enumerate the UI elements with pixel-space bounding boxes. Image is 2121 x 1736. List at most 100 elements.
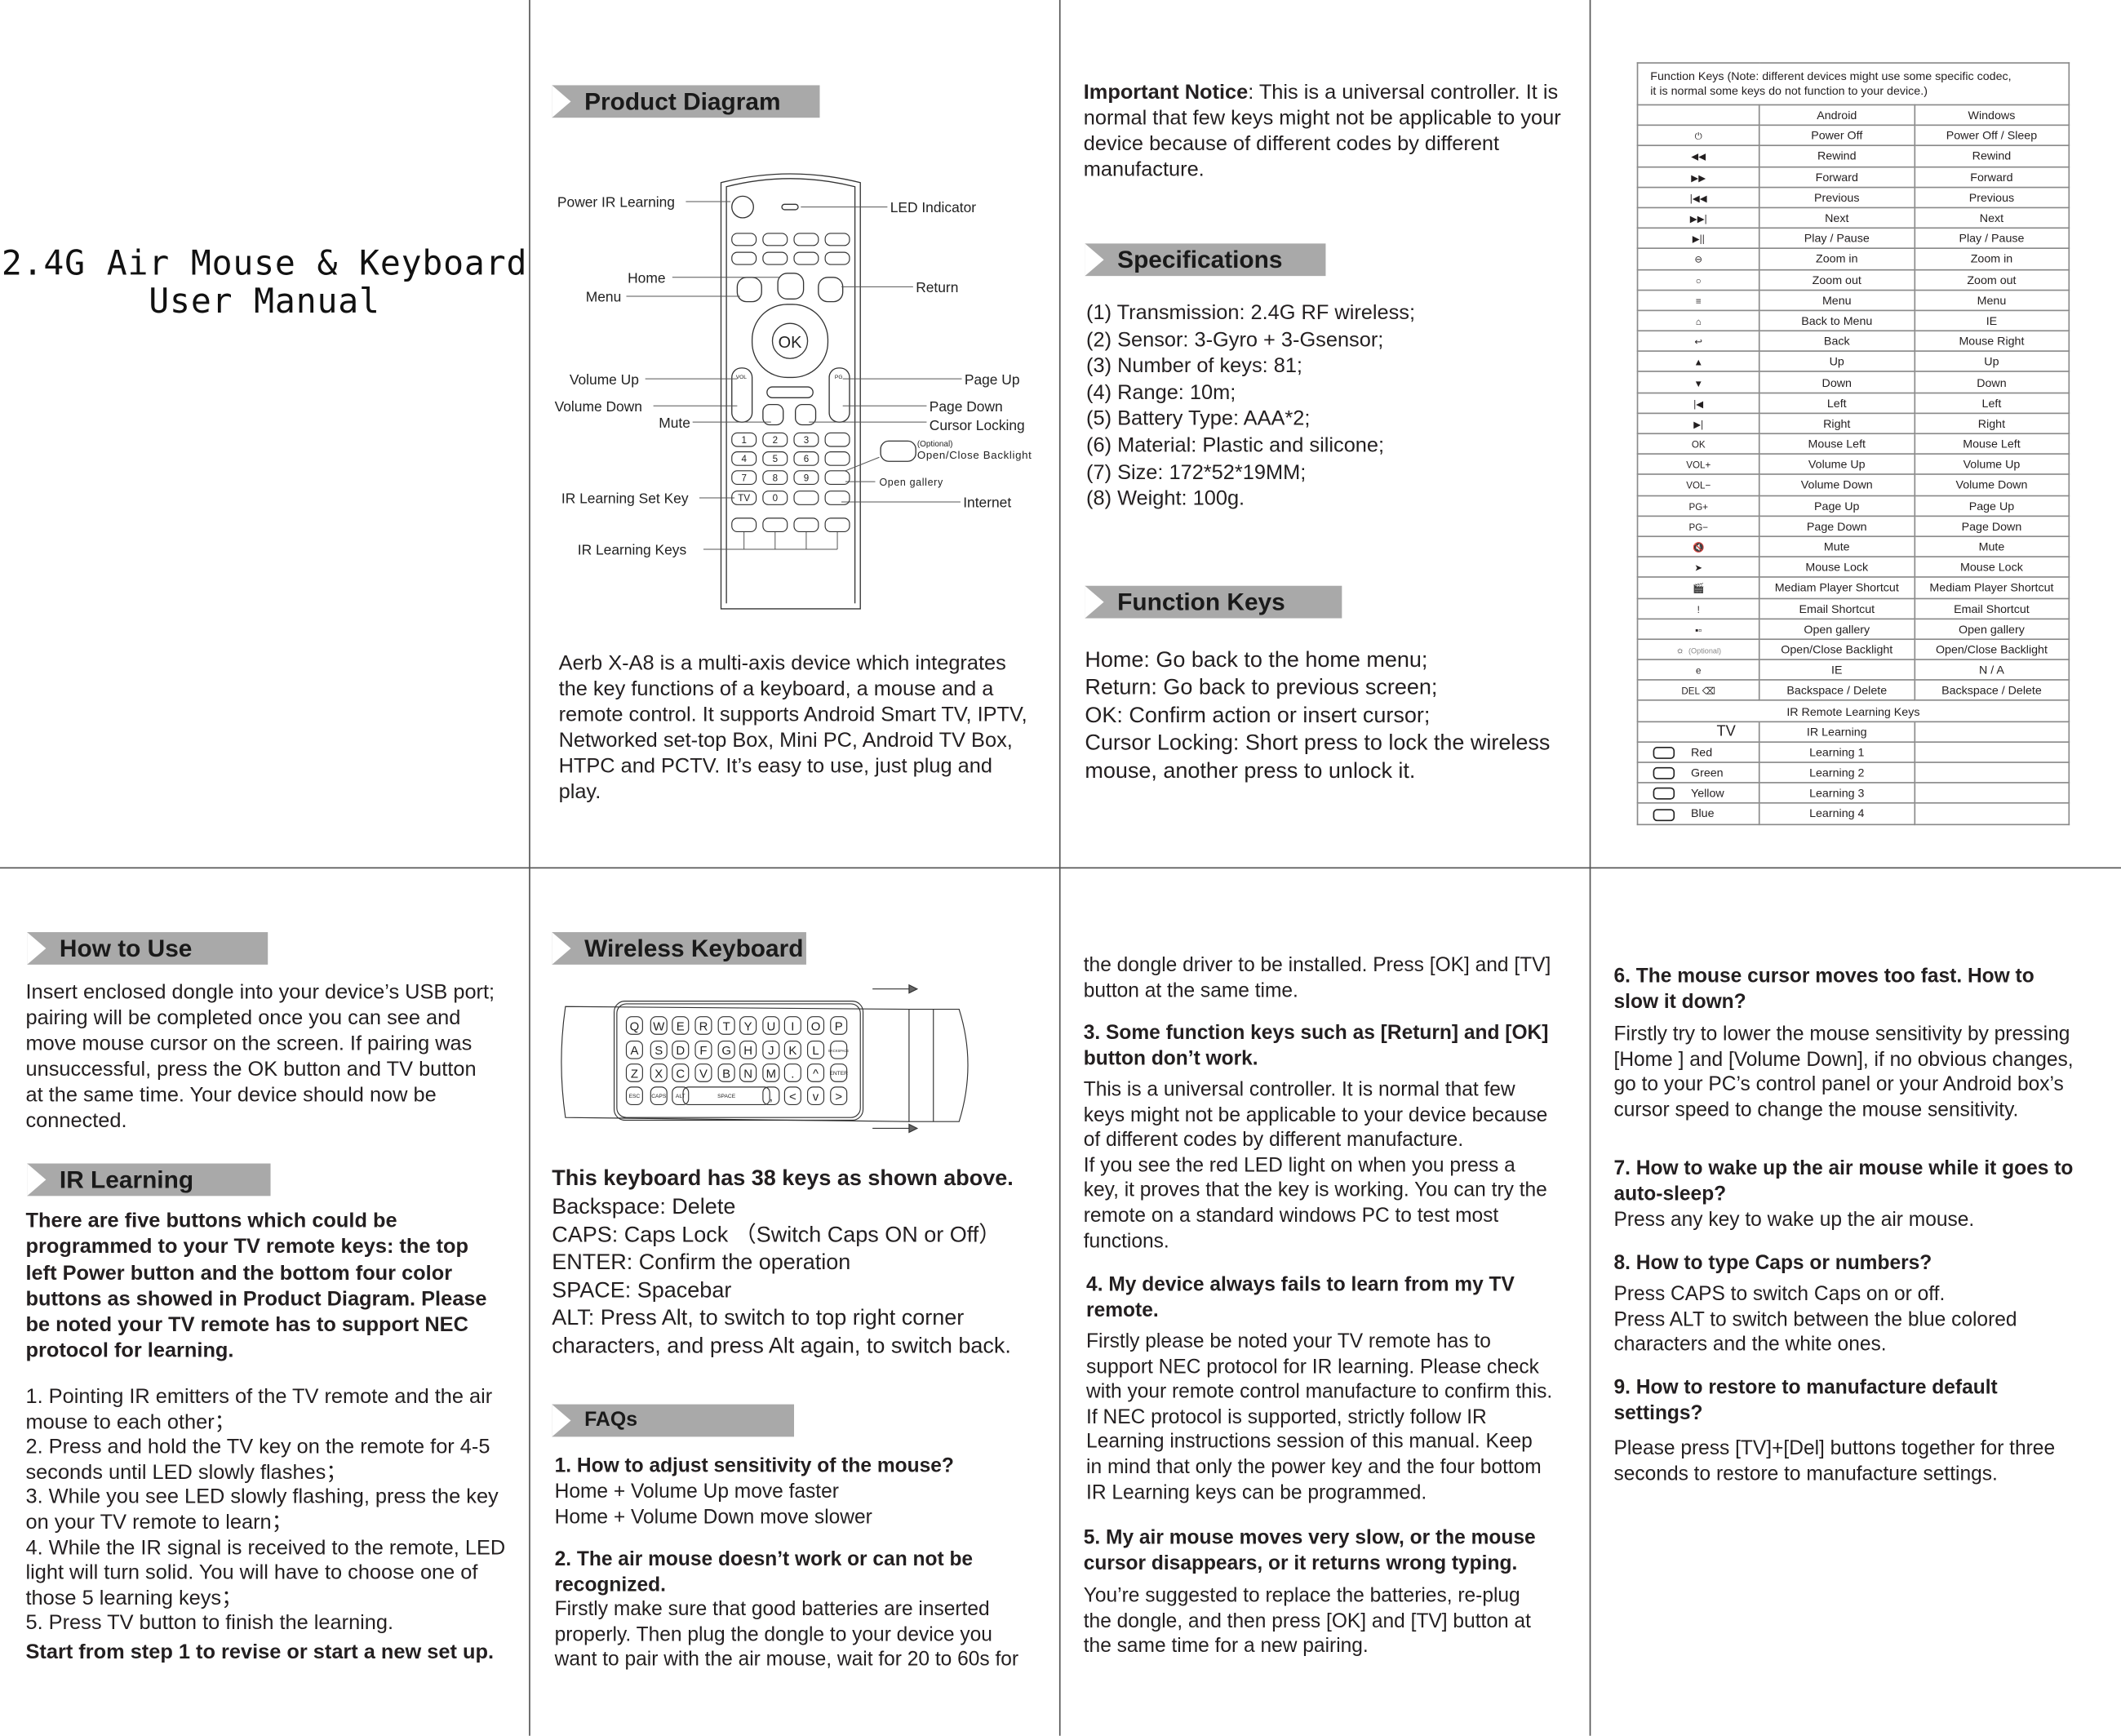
keyboard-key-label: U <box>766 1020 775 1033</box>
number-key-label: 8 <box>773 473 778 483</box>
table-row: ▶▶ Forward Forward <box>1636 166 2070 189</box>
media-player-icon: 🎬 <box>1693 584 1705 595</box>
table-row: ➤ Mouse Lock Mouse Lock <box>1636 556 2070 579</box>
windows-function: N / A <box>1913 659 2070 682</box>
media-key <box>793 233 819 246</box>
table-row: 🔇 Mute Mute <box>1636 535 2070 558</box>
faq-answer: Firstly make sure that good batteries ar… <box>554 1599 1019 1672</box>
media-key <box>762 233 788 246</box>
icon-cell: PG+ <box>1636 494 1760 517</box>
windows-function: Right <box>1913 412 2070 435</box>
keyboard-key-label: D <box>676 1045 685 1058</box>
table-row: 🎬 Mediam Player Shortcut Mediam Player Sho… <box>1636 576 2070 599</box>
label-cursor-locking: Cursor Locking <box>930 417 1025 433</box>
keyboard-key-label: V <box>699 1068 708 1081</box>
android-function: Page Up <box>1759 494 1915 517</box>
icon-cell: ☼ (Optional) <box>1636 638 1760 661</box>
power-icon: ⏻ <box>1694 132 1702 142</box>
led-indicator <box>781 203 799 211</box>
table-row: ▶|| Play / Pause Play / Pause <box>1636 227 2070 250</box>
table-row: ⌂ Back to Menu IE <box>1636 309 2070 332</box>
table-row: ▼ Down Down <box>1636 371 2070 393</box>
keyboard-key-label: < <box>789 1090 796 1103</box>
ir-function: Learning 1 <box>1759 741 1915 763</box>
ir-row: Blue Learning 4 <box>1636 802 2070 825</box>
column-header: Windows <box>1913 104 2070 127</box>
android-function: Next <box>1759 206 1915 229</box>
icon-cell: ▶▶ <box>1636 166 1760 189</box>
ir-windows <box>1913 782 2070 805</box>
color-key-icon <box>1653 747 1675 759</box>
label-mute: Mute <box>659 415 690 431</box>
ir-key-label: Blue <box>1691 806 1715 821</box>
table-row: ↩ Back Mouse Right <box>1636 330 2070 353</box>
windows-function: Previous <box>1913 186 2070 209</box>
label-ir-set-key: IR Learning Set Key <box>561 491 689 507</box>
icon-cell: 🔇 <box>1636 535 1760 558</box>
ir-learning-key <box>762 517 788 533</box>
table-row: VOL+ Volume Up Volume Up <box>1636 453 2070 476</box>
android-function: Volume Up <box>1759 453 1915 476</box>
keyboard-key-label: Z <box>631 1068 638 1081</box>
keyboard-key-label: I <box>791 1020 794 1033</box>
product-diagram-header: Product Diagram <box>552 85 820 118</box>
faq-question: 6. The mouse cursor moves too fast. How … <box>1613 966 2034 1014</box>
label-backlight: Open/Close Backlight <box>917 449 1032 461</box>
icon-cell: ▼ <box>1636 371 1760 393</box>
label-home: Home <box>628 269 665 286</box>
ir-heading-row: IR Remote Learning Keys <box>1636 699 2070 722</box>
ir-function: Learning 3 <box>1759 782 1915 805</box>
vol-label: VOL <box>736 375 748 380</box>
label-led: LED Indicator <box>890 199 977 215</box>
table-row: e IE N / A <box>1636 659 2070 682</box>
tv-key-label: TV <box>738 493 750 504</box>
android-function: Power Off <box>1759 124 1915 147</box>
windows-function: Zoom out <box>1913 269 2070 291</box>
icon-cell: ▲ <box>1636 350 1760 373</box>
ir-key-cell: TV <box>1636 720 1760 743</box>
wireless-keyboard-header: Wireless Keyboard <box>552 932 806 965</box>
icon-cell: ⊖ <box>1636 247 1760 270</box>
ir-learning-key <box>731 517 757 533</box>
media-key <box>731 233 757 246</box>
android-function: Open/Close Backlight <box>1759 638 1915 661</box>
windows-function: Email Shortcut <box>1913 597 2070 619</box>
delete-icon: DEL ⌫ <box>1681 687 1716 698</box>
icon-cell: 🎬 <box>1636 576 1760 599</box>
ir-windows <box>1913 720 2070 743</box>
remote-key <box>824 451 850 466</box>
label-internet: Internet <box>963 495 1011 511</box>
windows-function: Mouse Lock <box>1913 556 2070 579</box>
ir-learning-footer: Start from step 1 to revise or start a n… <box>25 1641 494 1664</box>
label-ir-keys: IR Learning Keys <box>578 542 687 558</box>
how-to-use-text: Insert enclosed dongle into your device’… <box>25 980 495 1133</box>
android-function: Rewind <box>1759 144 1915 167</box>
windows-function: Rewind <box>1913 144 2070 167</box>
table-row: |◀◀ Previous Previous <box>1636 186 2070 209</box>
ir-learning-key <box>824 517 850 533</box>
panel-divider <box>0 867 2121 869</box>
ir-key-cell: Blue <box>1636 802 1760 825</box>
keyboard-text: Backspace: Delete CAPS: Caps Lock （Switc… <box>552 1194 1011 1358</box>
ir-row: TV IR Learning <box>1636 720 2070 743</box>
table-row: ≡ Menu Menu <box>1636 289 2070 312</box>
specifications-list: (1) Transmission: 2.4G RF wireless; (2) … <box>1086 301 1416 511</box>
keyboard-key-label: B <box>722 1068 730 1081</box>
ir-key-cell: Yellow <box>1636 782 1760 805</box>
return-button <box>818 277 844 303</box>
android-function: Down <box>1759 371 1915 393</box>
windows-function: Open/Close Backlight <box>1913 638 2070 661</box>
backlight-button <box>880 440 916 462</box>
icon-cell: DEL ⌫ <box>1636 679 1760 702</box>
icon-cell: ! <box>1636 597 1760 619</box>
faq-question: 4. My device always fails to learn from … <box>1086 1274 1515 1322</box>
icon-cell: |◀◀ <box>1636 186 1760 209</box>
specifications-header: Specifications <box>1085 243 1326 277</box>
ir-row: Green Learning 2 <box>1636 761 2070 784</box>
android-function: Zoom in <box>1759 247 1915 270</box>
table-row: ▶▶| Next Next <box>1636 206 2070 229</box>
label-gallery: Open gallery <box>879 477 943 488</box>
windows-function: Open gallery <box>1913 617 2070 640</box>
table-row: ⏻ Power Off Power Off / Sleep <box>1636 124 2070 147</box>
keyboard-key-label: M <box>766 1068 776 1081</box>
